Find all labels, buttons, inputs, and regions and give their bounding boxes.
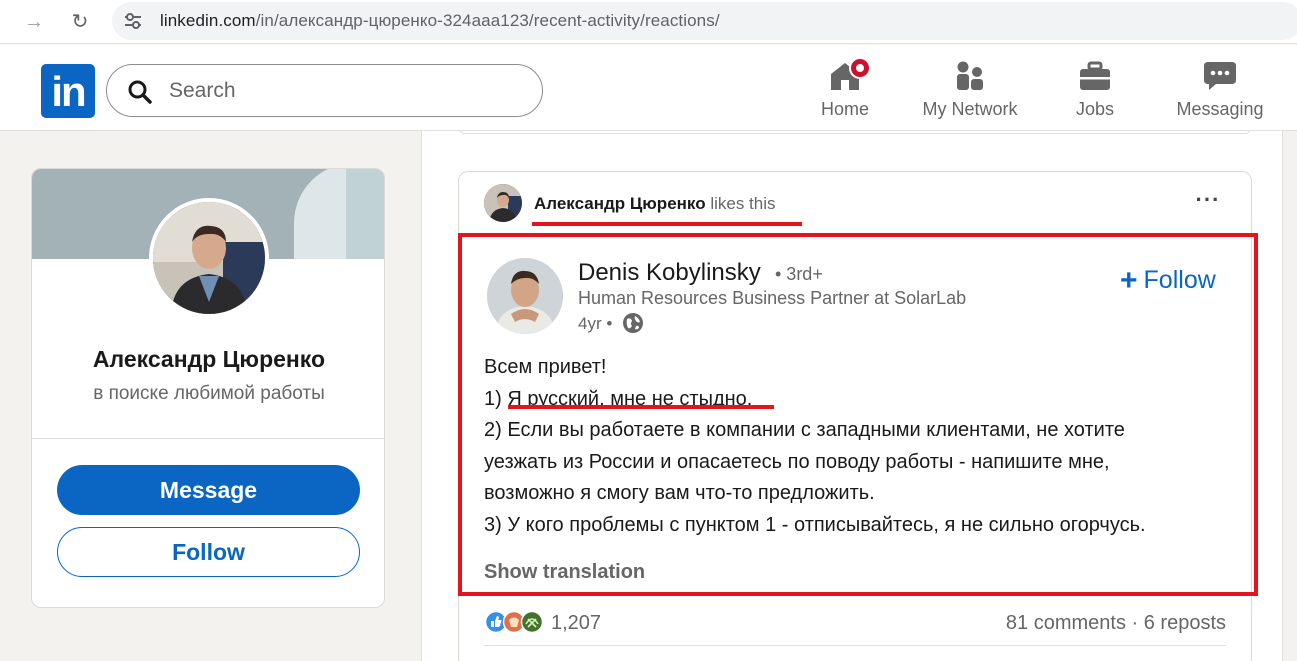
nav-label-messaging: Messaging — [1176, 99, 1264, 119]
show-translation-button[interactable]: Show translation — [484, 561, 645, 584]
author-photo — [487, 258, 563, 334]
author-name[interactable]: Denis Kobylinsky — [578, 259, 761, 287]
actor-avatar[interactable] — [484, 184, 522, 222]
address-bar[interactable]: linkedin.com/in/александр-цюренко-324aaa… — [112, 2, 1297, 40]
more-options-icon[interactable]: ··· — [1192, 189, 1224, 216]
search-icon — [128, 80, 152, 104]
post-text-line: возможно я смогу вам что-то предложить. — [484, 482, 875, 504]
notification-badge — [849, 57, 871, 79]
actor-photo — [484, 184, 522, 222]
linkedin-global-nav: in Home My Network Jobs — [0, 45, 1297, 131]
message-button[interactable]: Message — [57, 465, 360, 515]
profile-name[interactable]: Александр Цюренко — [32, 346, 384, 373]
post-text-line: уезжать из России и опасаетесь по поводу… — [484, 450, 1110, 473]
chat-bubble-icon — [1204, 62, 1236, 90]
divider — [32, 438, 384, 439]
divider — [484, 645, 1226, 646]
linkedin-logo[interactable]: in — [41, 64, 95, 118]
post-text: Всем привет! 1) Я русский, мне не стыдно… — [484, 352, 1244, 541]
post-text-line: 3) У кого проблемы с пунктом 1 - отписыв… — [484, 513, 1146, 536]
url-text[interactable]: linkedin.com/in/александр-цюренко-324aaa… — [160, 11, 720, 31]
follow-label: Follow — [1143, 266, 1216, 294]
nav-label-my-network: My Network — [922, 99, 1018, 119]
nav-item-my-network[interactable]: My Network — [912, 57, 1028, 123]
post-text-line: 2) Если вы работаете в компании с западн… — [484, 419, 1125, 441]
banner-decoration — [346, 169, 384, 259]
nav-label-jobs: Jobs — [1075, 99, 1115, 119]
actor-name[interactable]: Александр Цюренко — [534, 194, 706, 213]
forward-arrow-icon[interactable]: → — [22, 10, 46, 34]
nav-item-messaging[interactable]: Messaging — [1170, 57, 1270, 123]
reload-icon[interactable]: ↻ — [68, 10, 92, 34]
actor-action: likes this — [710, 194, 776, 213]
nav-item-home[interactable]: Home — [805, 57, 885, 123]
post-text-line: 1) Я русский, мне не стыдно. — [484, 387, 753, 410]
nav-item-jobs[interactable]: Jobs — [1060, 57, 1130, 123]
url-path: /in/александр-цюренко-324aaa123/recent-a… — [255, 11, 720, 30]
red-underline-annotation — [532, 222, 802, 226]
follow-author-button[interactable]: + Follow — [1120, 264, 1216, 298]
browser-toolbar: → ↻ linkedin.com/in/александр-цюренко-32… — [0, 0, 1297, 44]
profile-follow-button[interactable]: Follow — [57, 527, 360, 577]
red-underline-annotation — [508, 405, 774, 409]
author-headline: Human Resources Business Partner at Sola… — [578, 288, 967, 308]
comments-reposts-count[interactable]: 81 comments · 6 reposts — [960, 612, 1226, 635]
plus-icon: + — [1120, 264, 1138, 297]
search-input[interactable] — [169, 77, 509, 105]
briefcase-icon — [1080, 61, 1110, 90]
post-age: 4yr • — [578, 314, 613, 333]
profile-card: Александр Цюренко в поиске любимой работ… — [31, 168, 385, 608]
profile-avatar[interactable] — [149, 198, 269, 318]
author-avatar[interactable] — [487, 258, 563, 334]
profile-photo — [153, 202, 265, 314]
url-host: linkedin.com — [160, 11, 256, 30]
profile-headline: в поиске любимой работы — [93, 383, 325, 404]
globe-icon — [623, 313, 643, 333]
nav-label-home: Home — [820, 99, 869, 119]
search-box[interactable] — [106, 64, 543, 117]
site-settings-icon[interactable] — [122, 11, 144, 31]
connection-degree: • 3rd+ — [775, 264, 823, 284]
previous-card-bottom — [460, 130, 1250, 134]
reactions-count[interactable]: 1,207 — [551, 612, 601, 635]
people-icon — [957, 61, 983, 90]
actor-line: Александр Цюренко likes this — [534, 194, 776, 214]
post-text-line: Всем привет! — [484, 356, 607, 378]
reactions-icon[interactable] — [484, 610, 546, 634]
